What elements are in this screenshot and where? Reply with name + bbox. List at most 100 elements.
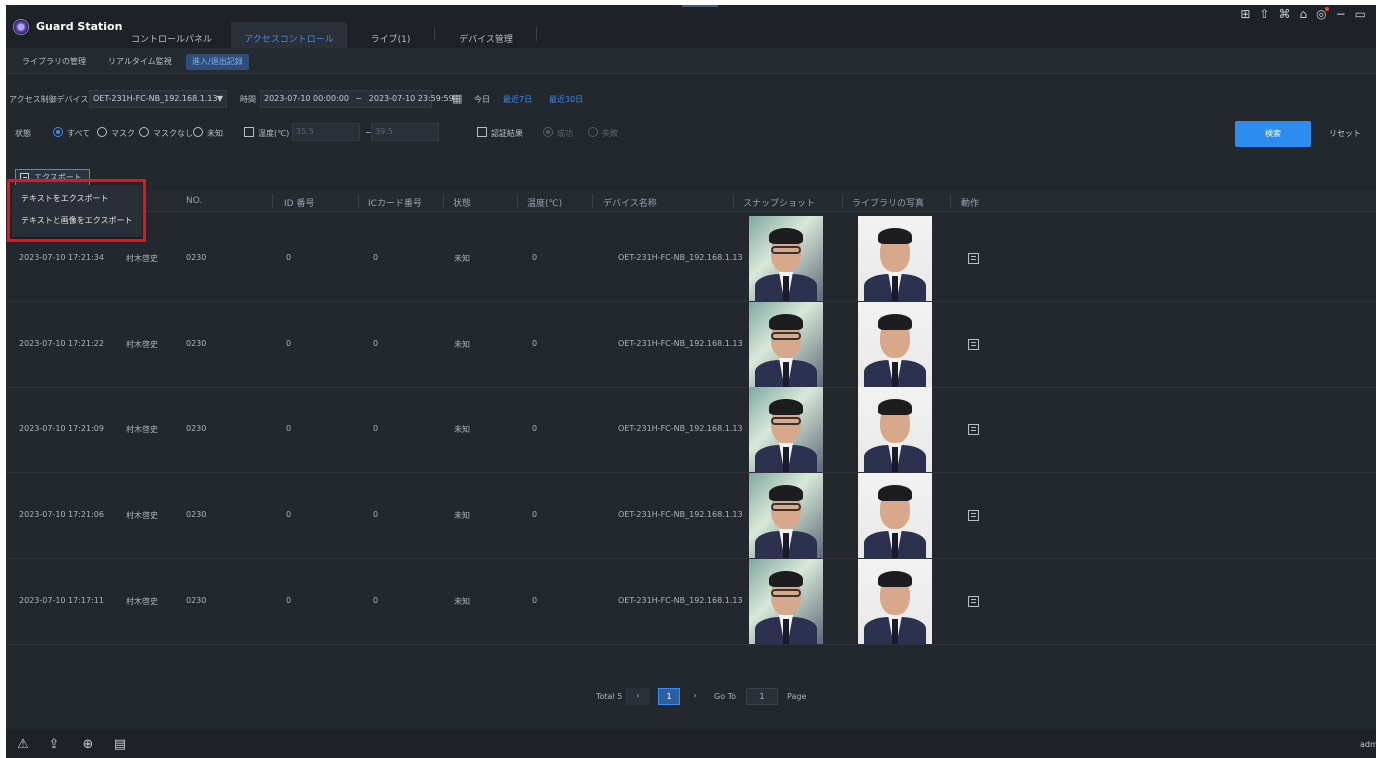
column-header-no[interactable]: NO. [186,196,202,206]
column-header-id[interactable]: ID 番号 [284,196,314,209]
row-card-number: 0 [373,510,379,519]
row-id-number: 0 [286,339,292,348]
snapshot-image[interactable] [749,302,823,387]
column-header-library-photo[interactable]: ライブラリの写真 [852,196,924,209]
status-radio-no-mask[interactable] [139,127,149,137]
window-drag-handle[interactable] [682,5,718,7]
time-range-input[interactable]: 2023-07-10 00:00:00 ~ 2023-07-10 23:59:5… [260,90,454,108]
auth-radio-success[interactable] [543,127,553,137]
row-id-number: 0 [286,253,292,262]
auth-result-checkbox[interactable] [477,127,487,137]
sub-tab-realtime[interactable]: リアルタイム監視 [102,54,178,70]
view-details-icon[interactable] [968,253,979,264]
status-radio-mask[interactable] [97,127,107,137]
view-details-icon[interactable] [968,424,979,435]
grid-menu-icon[interactable]: ⊞ [1240,7,1250,21]
column-header-card[interactable]: ICカード番号 [368,196,422,209]
row-temperature: 0 [532,596,538,605]
library-photo-image[interactable] [858,473,932,558]
view-details-icon[interactable] [968,510,979,521]
reset-button[interactable]: リセット [1314,121,1376,147]
upload-icon[interactable]: ⇪ [47,738,61,752]
status-radio-unknown[interactable] [193,127,203,137]
help-icon[interactable]: ◎ [1316,7,1330,21]
auth-radio-failure[interactable] [588,127,598,137]
table-row[interactable]: 2023-07-10 17:21:06 村木啓史 0230 0 0 未知 0 OET-231H… [6,472,1376,559]
restore-icon[interactable]: ▭ [1355,7,1366,21]
minimize-icon[interactable]: − [1336,7,1346,21]
temperature-max-input[interactable]: 39.5 [371,123,439,141]
row-status: 未知 [454,597,470,606]
tab-live[interactable]: ライブ(1) [348,22,433,48]
top-bar: Guard Station コントロールパネル アクセスコントロール ライブ(1… [6,5,1376,48]
row-name: 村木啓史 [126,511,158,520]
row-no: 0230 [186,424,207,433]
library-photo-image[interactable] [858,302,932,387]
row-no: 0230 [186,510,207,519]
app-title: Guard Station [36,20,123,33]
photo-tie [783,533,789,558]
sub-tab-entry-exit-log[interactable]: 進入/退出記録 [186,54,249,70]
today-button[interactable]: 今日 [474,94,490,105]
column-header-action[interactable]: 動作 [961,196,979,209]
row-name: 村木啓史 [126,254,158,263]
calendar-icon[interactable]: ▦ [452,92,462,105]
snapshot-image[interactable] [749,559,823,644]
tab-device-management[interactable]: デバイス管理 [436,22,536,48]
next-page-icon[interactable]: › [686,688,704,705]
row-id-number: 0 [286,510,292,519]
column-header-temperature[interactable]: 温度(℃) [527,196,562,209]
column-header-device-name[interactable]: デバイス名称 [603,196,657,209]
previous-page-icon[interactable]: ‹ [626,688,650,705]
last-7-days-link[interactable]: 最近7日 [503,94,532,105]
current-user[interactable]: admi [1360,740,1376,749]
last-30-days-link[interactable]: 最近30日 [549,94,583,105]
library-photo-image[interactable] [858,216,932,301]
row-card-number: 0 [373,339,379,348]
photo-hair [769,228,803,244]
window-controls: ⊞ ⇧ ⌘ ⌂ ◎ − ▭ [1240,7,1366,21]
column-separator [592,194,593,208]
view-details-icon[interactable] [968,596,979,607]
snapshot-image[interactable] [749,473,823,558]
photo-tie [783,619,789,644]
temperature-min-input[interactable]: 35.5 [292,123,360,141]
sub-tab-library[interactable]: ライブラリの管理 [16,54,92,70]
lock-icon[interactable]: ⌂ [1299,7,1307,21]
table-row[interactable]: 2023-07-10 17:21:09 村木啓史 0230 0 0 未知 0 OET-231H… [6,386,1376,473]
column-header-snapshot[interactable]: スナップショット [743,196,815,209]
view-details-icon[interactable] [968,339,979,350]
photo-glasses [771,246,801,254]
chevron-down-icon: ▼ [216,94,223,103]
search-button[interactable]: 検索 [1235,121,1311,147]
status-option-label: すべて [67,129,91,138]
snapshot-image[interactable] [749,216,823,301]
column-header-status[interactable]: 状態 [453,196,471,209]
photo-hair [878,314,912,330]
warning-icon[interactable]: ⚠ [16,738,30,752]
device-select[interactable]: OET-231H-FC-NB_192.168.1.13 ▼ [89,90,227,108]
row-name: 村木啓史 [126,597,158,606]
temperature-checkbox[interactable] [244,127,254,137]
tab-access-control[interactable]: アクセスコントロール [231,22,347,48]
table-row[interactable]: 2023-07-10 17:17:11 村木啓史 0230 0 0 未知 0 OET-231H… [6,558,1376,645]
row-no: 0230 [186,253,207,262]
library-photo-image[interactable] [858,387,932,472]
clipboard-icon[interactable]: ▤ [113,738,127,752]
nav-separator [434,27,435,41]
tab-control-panel[interactable]: コントロールパネル [114,22,229,48]
devices-icon[interactable]: ⌘ [1278,7,1290,21]
status-radio-all[interactable] [53,127,63,137]
go-to-page-input[interactable]: 1 [746,688,778,705]
photo-tie [892,276,898,301]
table-row[interactable]: 2023-07-10 17:21:22 村木啓史 0230 0 0 未知 0 OET-231H… [6,301,1376,388]
page-label: Page [787,692,807,701]
photo-hair [769,485,803,501]
table-row[interactable]: 2023-07-10 17:21:34 村木啓史 0230 0 0 未知 0 OET-231H… [6,215,1376,302]
library-photo-image[interactable] [858,559,932,644]
shirt-icon[interactable]: ⇧ [1259,7,1269,21]
snapshot-image[interactable] [749,387,823,472]
page-number-current[interactable]: 1 [658,688,680,705]
download-icon[interactable]: ⊕ [81,738,95,752]
column-separator [517,194,518,208]
